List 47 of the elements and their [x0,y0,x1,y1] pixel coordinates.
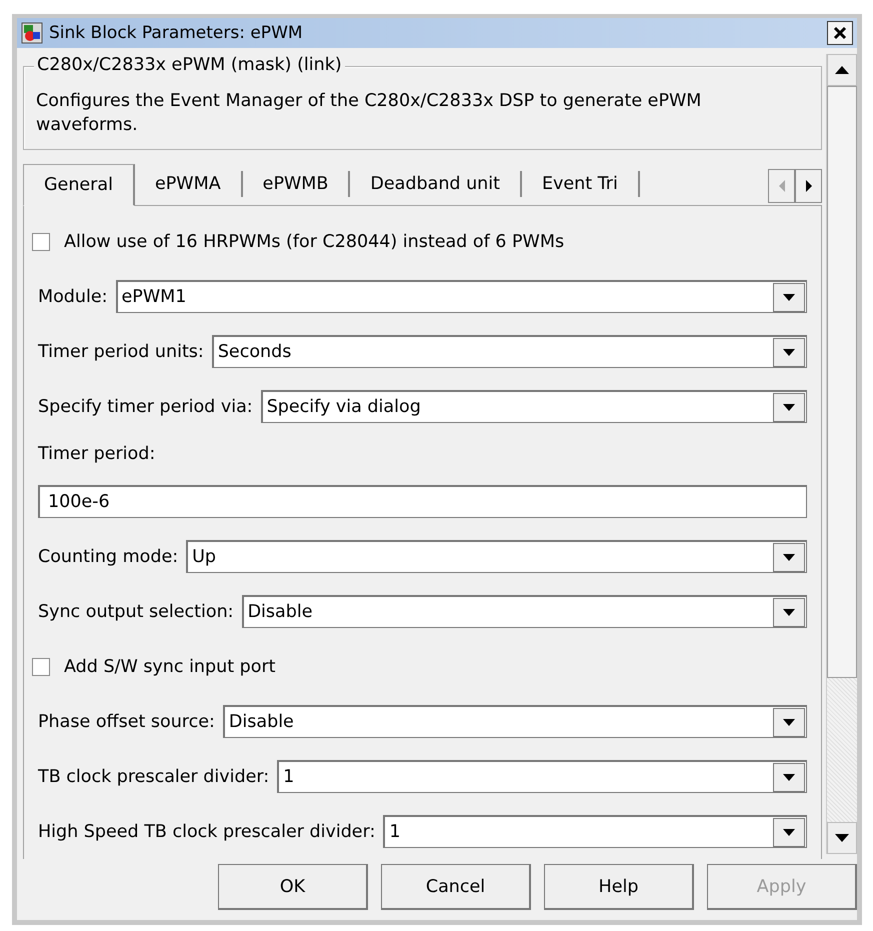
dropdown[interactable]: Seconds [212,335,807,368]
description-text: Configures the Event Manager of the C280x/C2833x DSP to generate ePWM waveforms. [36,90,702,137]
dropdown-arrow-icon [783,554,795,560]
dropdown[interactable]: 1 [277,760,807,793]
field-label: Phase offset source: [38,712,215,732]
scroll-thumb[interactable] [827,86,857,678]
dropdown-arrow-icon [783,294,795,300]
dropdown-arrow-icon [783,404,795,410]
close-button[interactable] [827,21,853,45]
block-icon [21,22,43,44]
dialog-button[interactable]: Cancel [381,864,531,910]
tab[interactable]: General [23,164,135,206]
right-arrow-icon [804,180,812,192]
field-label: Specify timer period via: [38,396,253,416]
checkbox[interactable] [32,658,50,676]
dropdown-arrow-icon [783,774,795,780]
checkbox[interactable] [32,232,50,250]
dropdown-arrow-icon [783,348,795,356]
group-title: C280x/C2833x ePWM (mask) (link) [34,55,345,75]
field-label: Timer period: [38,444,156,464]
up-arrow-icon [835,66,849,74]
input-field[interactable]: 100e-6 [38,485,807,518]
scrollbar[interactable] [826,54,857,854]
dialog-button[interactable]: Help [544,864,694,910]
field-label: High Speed TB clock prescaler divider: [38,822,376,842]
field-label: Counting mode: [38,546,178,566]
checkbox-label: Add S/W sync input port [64,656,276,676]
field-label: TB clock prescaler divider: [38,766,270,786]
dialog-button[interactable]: OK [218,864,368,910]
left-arrow-icon [778,180,786,192]
window-title: Sink Block Parameters: ePWM [49,23,304,43]
checkbox-label: Allow use of 16 HRPWMs (for C28044) instead of 6 PWMs [64,232,564,252]
field-label: Timer period units: [38,342,204,362]
field-label: Module: [38,286,108,306]
dropdown[interactable]: 1 [383,815,807,848]
dropdown[interactable]: Disable [242,595,807,628]
down-arrow-icon [835,834,849,842]
dropdown-arrow-icon [783,718,795,726]
dropdown-arrow-icon [783,608,795,616]
field-label: Sync output selection: [38,602,234,622]
tab-scroll-right-button[interactable] [795,169,822,203]
dropdown[interactable]: Up [186,540,807,573]
dropdown[interactable]: Disable [222,705,807,738]
dropdown[interactable]: Specify via dialog [260,390,807,423]
close-icon [833,26,847,40]
dropdown[interactable]: ePWM1 [116,280,807,313]
dropdown-arrow-icon [783,828,795,836]
